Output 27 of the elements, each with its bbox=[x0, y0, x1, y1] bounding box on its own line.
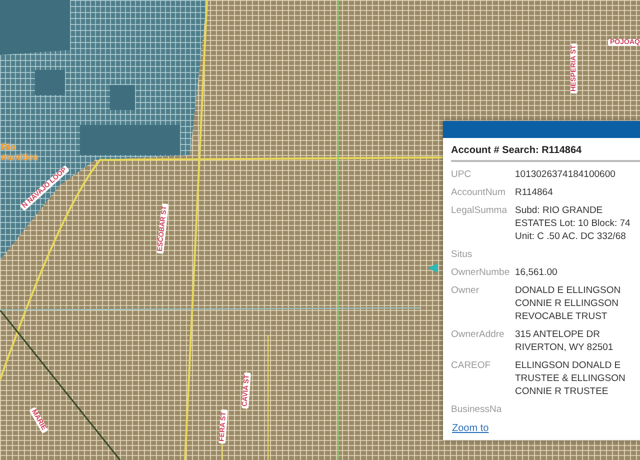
field-value: 1013026374184100600 bbox=[515, 168, 616, 181]
field-value: CONNIE R TRUSTEE bbox=[515, 385, 610, 398]
field-value: 315 ANTELOPE DR bbox=[515, 328, 602, 341]
field-value: 16,561.00 bbox=[515, 266, 558, 279]
field-label: AccountNum bbox=[451, 186, 506, 199]
field-value: Subd: RIO GRANDE bbox=[515, 204, 604, 217]
field-value: Unit: C .50 AC. DC 332/68 bbox=[515, 230, 627, 243]
field-label: OwnerNumbe bbox=[451, 266, 511, 279]
field-value: CONNIE R ELLINGSON bbox=[515, 297, 620, 310]
field-value: ESTATES Lot: 10 Block: 74 bbox=[515, 217, 632, 230]
field-label: LegalSumma bbox=[451, 204, 508, 218]
field-value: DONALD E ELLINGSON bbox=[515, 284, 622, 297]
field-label: Owner bbox=[451, 284, 480, 298]
field-value: TRUSTEE & ELLINGSON bbox=[515, 372, 626, 385]
field-label: CAREOF bbox=[451, 359, 492, 373]
field-label: Situs bbox=[451, 248, 474, 261]
area-label: munities bbox=[1, 152, 38, 162]
zoom-to-link[interactable]: Zoom to bbox=[452, 423, 489, 434]
field-value: REVOCABLE TRUST bbox=[515, 310, 608, 323]
field-label: BusinessNa bbox=[451, 403, 503, 416]
field-value: ELLINGSON DONALD E bbox=[515, 359, 622, 372]
field-value: RIVERTON, WY 82501 bbox=[515, 341, 614, 354]
field-label: OwnerAddre bbox=[451, 328, 506, 342]
field-value: R114864 bbox=[515, 186, 554, 199]
popup-title: Account # Search: R114864 bbox=[451, 145, 640, 162]
area-label: Rio bbox=[1, 142, 16, 152]
field-label: UPC bbox=[451, 168, 472, 181]
